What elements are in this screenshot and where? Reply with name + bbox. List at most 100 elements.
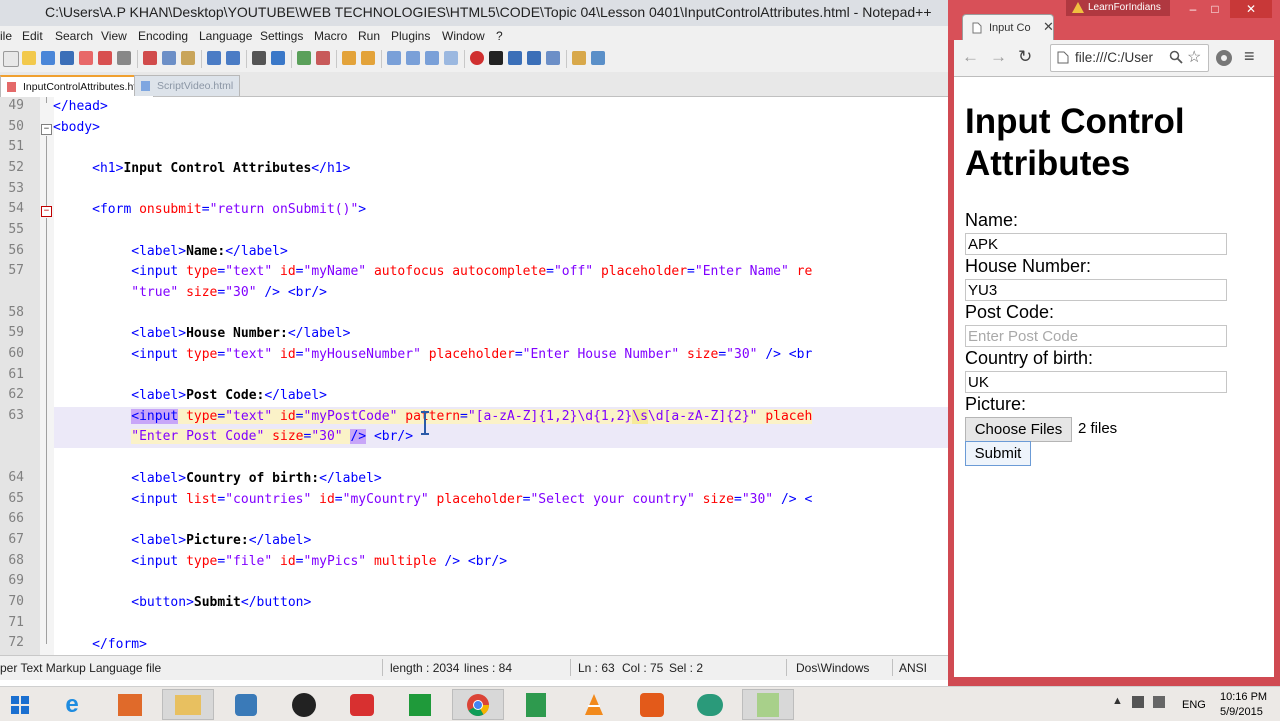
line-number: 66 bbox=[8, 511, 24, 526]
post-code-input[interactable] bbox=[965, 325, 1227, 347]
word-wrap-icon[interactable] bbox=[387, 51, 401, 65]
minimize-button[interactable]: – bbox=[1182, 0, 1204, 18]
line-number: 67 bbox=[8, 532, 24, 547]
code-line-65: <label>Country of birth:</label> bbox=[131, 471, 382, 486]
forward-arrow-icon[interactable]: → bbox=[990, 47, 1007, 67]
doc-map-icon[interactable] bbox=[444, 51, 458, 65]
taskbar-store-green[interactable] bbox=[394, 689, 446, 720]
cut-icon[interactable] bbox=[143, 51, 157, 65]
code-editor[interactable]: 49 50 51 52 53 54 55 56 57 58 59 60 61 6… bbox=[0, 97, 950, 655]
code-line-69: <input type="file" id="myPics" multiple … bbox=[131, 554, 508, 569]
menu-edit[interactable]: Edit bbox=[22, 29, 43, 43]
sync-vertical-icon[interactable] bbox=[342, 51, 356, 65]
fold-toggle-body[interactable]: − bbox=[41, 124, 52, 135]
country-input[interactable] bbox=[965, 371, 1227, 393]
language-indicator[interactable]: ENG bbox=[1182, 699, 1206, 711]
browser-tab[interactable]: Input Co ✕ bbox=[962, 14, 1054, 43]
line-number: 51 bbox=[8, 139, 24, 154]
choose-files-button[interactable]: Choose Files bbox=[965, 417, 1072, 442]
clock-time[interactable]: 10:16 PM bbox=[1220, 691, 1267, 703]
menu-language[interactable]: Language bbox=[199, 29, 252, 43]
web-page: Input Control Attributes Name: House Num… bbox=[954, 77, 1274, 677]
close-all-icon[interactable] bbox=[98, 51, 112, 65]
spell-check-icon[interactable] bbox=[591, 51, 605, 65]
taskbar-chrome[interactable] bbox=[452, 689, 504, 720]
menu-window[interactable]: Window bbox=[442, 29, 485, 43]
menu-icon[interactable]: ≡ bbox=[1244, 46, 1255, 67]
fold-toggle-form[interactable]: − bbox=[41, 206, 52, 217]
record-macro-icon[interactable] bbox=[470, 51, 484, 65]
close-icon[interactable] bbox=[79, 51, 93, 65]
tab-close-icon[interactable]: ✕ bbox=[1043, 19, 1054, 35]
copy-icon[interactable] bbox=[162, 51, 176, 65]
zoom-in-icon[interactable] bbox=[297, 51, 311, 65]
status-length: length : 2034 bbox=[390, 661, 460, 675]
menu-plugins[interactable]: Plugins bbox=[391, 29, 430, 43]
menu-view[interactable]: View bbox=[101, 29, 127, 43]
back-arrow-icon[interactable]: ← bbox=[962, 47, 979, 67]
volume-icon[interactable] bbox=[1153, 696, 1165, 708]
window-title: C:\Users\A.P KHAN\Desktop\YOUTUBE\WEB TE… bbox=[45, 4, 932, 20]
menu-run[interactable]: Run bbox=[358, 29, 380, 43]
open-file-icon[interactable] bbox=[22, 51, 36, 65]
name-input[interactable] bbox=[965, 233, 1227, 255]
address-bar[interactable]: file:///C:/User ☆ bbox=[1050, 44, 1209, 72]
taskbar-office[interactable] bbox=[626, 689, 678, 720]
print-icon[interactable] bbox=[117, 51, 131, 65]
code-line-54: <form onsubmit="return onSubmit()"> bbox=[92, 202, 367, 217]
zoom-out-icon[interactable] bbox=[316, 51, 330, 65]
tab-label: InputControlAttributes.html bbox=[23, 81, 148, 93]
taskbar-messenger[interactable] bbox=[684, 689, 736, 720]
status-file-type: per Text Markup Language file bbox=[0, 661, 162, 675]
taskbar-file-explorer[interactable] bbox=[162, 689, 214, 720]
menu-macro[interactable]: Macro bbox=[314, 29, 347, 43]
clock-date[interactable]: 5/9/2015 bbox=[1220, 706, 1263, 718]
save-macro-icon[interactable] bbox=[546, 51, 560, 65]
submit-button[interactable]: Submit bbox=[965, 441, 1031, 466]
reload-icon[interactable]: ↻ bbox=[1018, 47, 1032, 67]
menu-help[interactable]: ? bbox=[496, 29, 503, 43]
start-button[interactable] bbox=[0, 689, 40, 720]
sync-horizontal-icon[interactable] bbox=[361, 51, 375, 65]
taskbar-vlc[interactable] bbox=[568, 689, 620, 720]
taskbar-notepadpp[interactable] bbox=[742, 689, 794, 720]
tab-inputcontrolattributes[interactable]: InputControlAttributes.html bbox=[0, 75, 155, 97]
launch-browser-icon[interactable] bbox=[572, 51, 586, 65]
house-number-input[interactable] bbox=[965, 279, 1227, 301]
taskbar-internet-explorer[interactable]: e bbox=[46, 689, 98, 720]
redo-icon[interactable] bbox=[226, 51, 240, 65]
network-icon[interactable] bbox=[1132, 696, 1144, 708]
search-icon[interactable] bbox=[1169, 50, 1183, 64]
stop-macro-icon[interactable] bbox=[489, 51, 503, 65]
menu-search[interactable]: Search bbox=[55, 29, 93, 43]
show-all-chars-icon[interactable] bbox=[406, 51, 420, 65]
profile-badge[interactable]: LearnForIndians bbox=[1066, 0, 1170, 16]
save-icon[interactable] bbox=[41, 51, 55, 65]
maximize-button[interactable]: □ bbox=[1204, 0, 1226, 18]
undo-icon[interactable] bbox=[207, 51, 221, 65]
status-line: Ln : 63 bbox=[578, 661, 615, 675]
paste-icon[interactable] bbox=[181, 51, 195, 65]
save-all-icon[interactable] bbox=[60, 51, 74, 65]
new-file-icon[interactable] bbox=[3, 51, 19, 67]
close-window-button[interactable]: ✕ bbox=[1230, 0, 1272, 18]
extension-icon[interactable] bbox=[1215, 49, 1233, 67]
taskbar-utility[interactable] bbox=[220, 689, 272, 720]
indent-guide-icon[interactable] bbox=[425, 51, 439, 65]
replace-icon[interactable] bbox=[271, 51, 285, 65]
menu-encoding[interactable]: Encoding bbox=[138, 29, 188, 43]
taskbar-spreadsheet[interactable] bbox=[510, 689, 562, 720]
menu-settings[interactable]: Settings bbox=[260, 29, 303, 43]
find-icon[interactable] bbox=[252, 51, 266, 65]
show-hidden-icons-icon[interactable]: ▲ bbox=[1112, 695, 1123, 707]
tab-scriptvideo[interactable]: ScriptVideo.html bbox=[134, 75, 241, 96]
run-macro-multiple-icon[interactable] bbox=[527, 51, 541, 65]
play-macro-icon[interactable] bbox=[508, 51, 522, 65]
taskbar-recorder[interactable] bbox=[278, 689, 330, 720]
taskbar-paint[interactable] bbox=[336, 689, 388, 720]
text-cursor-icon bbox=[421, 411, 429, 435]
status-bar: per Text Markup Language file length : 2… bbox=[0, 655, 950, 680]
taskbar-store[interactable] bbox=[104, 689, 156, 720]
menu-file[interactable]: ile bbox=[0, 29, 12, 43]
bookmark-star-icon[interactable]: ☆ bbox=[1187, 47, 1201, 67]
